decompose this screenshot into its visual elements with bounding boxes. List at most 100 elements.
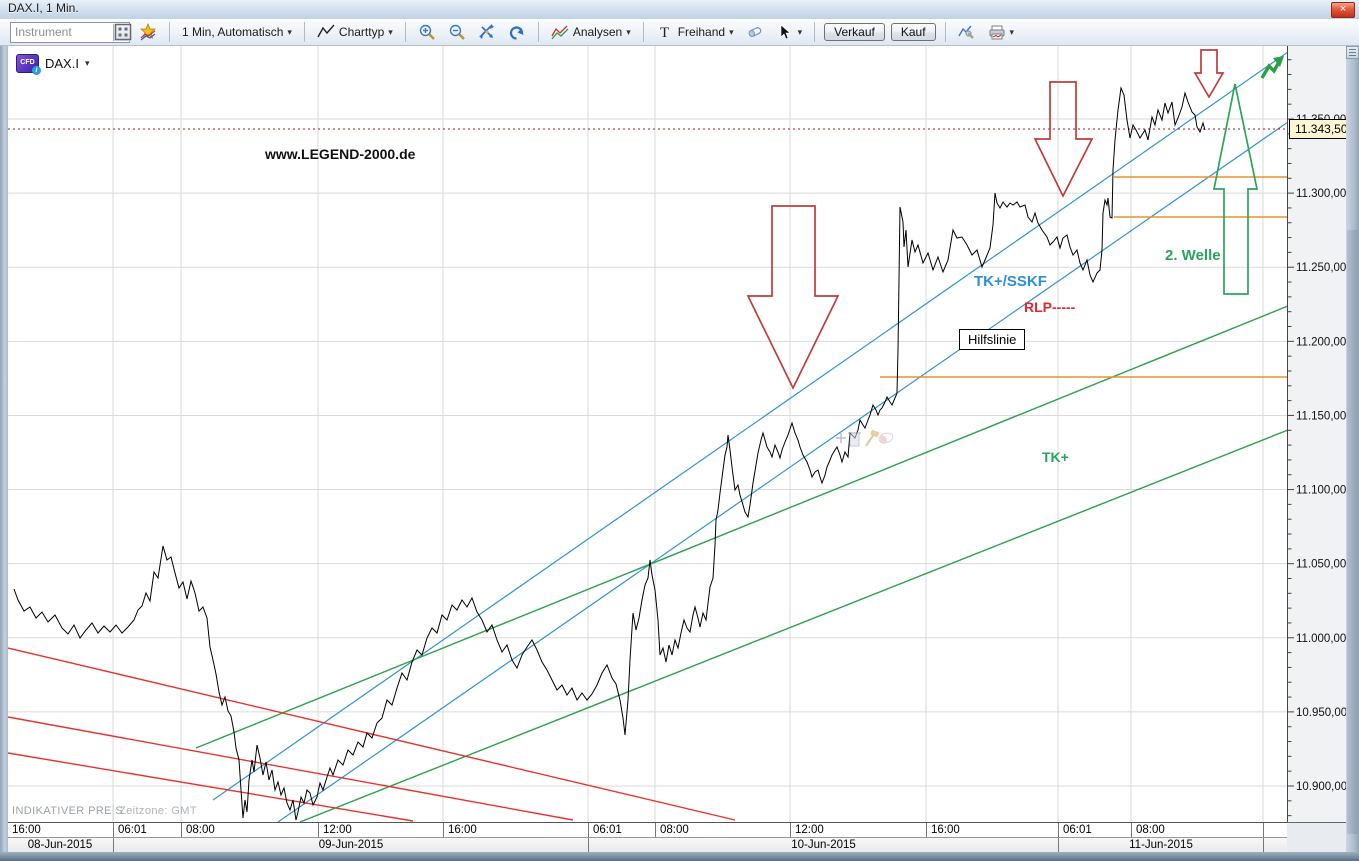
cursor-tool-dropdown[interactable]: ▾ xyxy=(773,21,806,43)
cursor-icon xyxy=(776,23,794,41)
eraser-icon xyxy=(746,23,764,41)
time-cell: 16:00 xyxy=(926,823,1062,837)
price-axis[interactable]: 11.350,0011.300,0011.250,0011.200,0011.1… xyxy=(1287,46,1346,822)
down-arrow-large[interactable] xyxy=(748,206,838,388)
undo-button[interactable] xyxy=(505,21,529,43)
svg-text:T: T xyxy=(660,25,669,41)
trend-lines-layer xyxy=(8,52,1287,822)
toolbar-separator xyxy=(304,22,305,42)
timezone-label: Zeitzone: GMT xyxy=(119,805,197,817)
print-dropdown[interactable]: ▾ xyxy=(985,21,1018,43)
toolbar-separator xyxy=(945,22,946,42)
zoom-in-button[interactable] xyxy=(415,21,439,43)
scrollbar-thumb[interactable] xyxy=(1347,230,1358,834)
app-window: DAX.I, 1 Min. × 1 Min, Automatisch ▾ Cha… xyxy=(0,0,1359,861)
instrument-search xyxy=(10,22,130,43)
down-arrow-medium[interactable] xyxy=(1035,82,1092,196)
chevron-down-icon: ▾ xyxy=(287,27,292,38)
cfd-instrument-icon: CFD i xyxy=(16,54,39,73)
tk-label[interactable]: TK+ xyxy=(1042,449,1069,465)
price-tick-label: 11.100,00 xyxy=(1296,485,1346,497)
price-tick-label: 11.200,00 xyxy=(1296,336,1346,348)
close-button[interactable]: × xyxy=(1331,2,1355,18)
price-tick-label: 11.050,00 xyxy=(1296,559,1346,571)
freehand-label: Freihand xyxy=(678,25,725,39)
chevron-down-icon: ▾ xyxy=(1010,27,1015,38)
price-tick-label: 11.000,00 xyxy=(1296,633,1346,645)
time-cell: 08:00 xyxy=(1131,823,1267,837)
date-cell: 09-Jun-2015 xyxy=(113,838,588,852)
chevron-down-icon: ▾ xyxy=(729,27,734,38)
tk-sskf-label[interactable]: TK+/SSKF xyxy=(974,273,1047,290)
price-tick-label: 11.150,00 xyxy=(1296,410,1346,422)
price-tick-label: 11.250,00 xyxy=(1296,262,1346,274)
window-title: DAX.I, 1 Min. xyxy=(8,1,79,15)
eraser-button[interactable] xyxy=(743,21,767,43)
time-cell: 08:00 xyxy=(655,823,794,837)
symbol-label: DAX.I xyxy=(45,56,79,71)
toolbar-separator xyxy=(405,22,406,42)
time-cell: 06:01 xyxy=(588,823,659,837)
welle2-label[interactable]: 2. Welle xyxy=(1165,247,1221,264)
tk-lower-green[interactable] xyxy=(300,430,1287,822)
price-chart-plot[interactable] xyxy=(8,46,1287,822)
toolbar-separator xyxy=(169,22,170,42)
date-cell: 11-Jun-2015 xyxy=(1058,838,1263,852)
window-border-left xyxy=(0,46,8,861)
watchlist-chart-button[interactable] xyxy=(136,21,160,43)
tk-sskf-lower-blue[interactable] xyxy=(278,122,1287,822)
tk-upper-green[interactable] xyxy=(196,306,1287,748)
chevron-down-icon: ▾ xyxy=(798,27,803,38)
date-cell: 08-Jun-2015 xyxy=(8,838,112,852)
price-series xyxy=(14,88,1205,820)
time-cell: 16:00 xyxy=(443,823,592,837)
zoom-out-button[interactable] xyxy=(445,21,469,43)
analyses-label: Analysen xyxy=(573,25,622,39)
scrollbar-top-button[interactable] xyxy=(1346,46,1359,59)
symbol-legend-dropdown[interactable]: CFD i DAX.I ▾ xyxy=(16,54,90,73)
rlp-label[interactable]: RLP----- xyxy=(1024,299,1075,315)
analyses-dropdown[interactable]: Analysen ▾ xyxy=(548,21,634,43)
toolbar: 1 Min, Automatisch ▾ Charttyp ▾ Analysen… xyxy=(0,19,1359,46)
time-cell: 06:01 xyxy=(113,823,185,837)
zoom-in-icon xyxy=(418,23,436,41)
time-axis-row: 16:0006:0108:0012:0016:0006:0108:0012:00… xyxy=(8,822,1287,838)
chart-area: 11.350,0011.300,0011.250,0011.200,0011.1… xyxy=(0,46,1359,861)
toolbar-separator xyxy=(814,22,815,42)
timeframe-dropdown[interactable]: 1 Min, Automatisch ▾ xyxy=(179,23,295,41)
line-chart-icon xyxy=(317,23,335,41)
ghost-tools-icons xyxy=(836,430,894,446)
gridlines xyxy=(8,46,1287,822)
pan-arrows-icon xyxy=(478,23,496,41)
keypad-icon xyxy=(114,23,132,41)
buy-button[interactable]: Kauf xyxy=(891,23,936,41)
date-cell: 10-Jun-2015 xyxy=(588,838,1058,852)
sell-button[interactable]: Verkauf xyxy=(824,23,885,41)
instrument-lookup-button[interactable] xyxy=(113,24,132,41)
chart-settings-button[interactable] xyxy=(955,21,979,43)
hilfslinie-label[interactable]: Hilfslinie xyxy=(959,329,1025,350)
freehand-dropdown[interactable]: T Freihand ▾ xyxy=(653,21,737,43)
printer-icon xyxy=(988,23,1006,41)
down-arrow-small[interactable] xyxy=(1195,50,1223,97)
live-trend-icon xyxy=(1262,56,1284,78)
tk-sskf-upper-blue[interactable] xyxy=(213,52,1287,800)
instrument-input[interactable] xyxy=(11,23,113,42)
price-tick-label: 11.300,00 xyxy=(1296,188,1346,200)
price-tick-label: 10.950,00 xyxy=(1296,707,1346,719)
chart-wrench-icon xyxy=(958,23,976,41)
chevron-down-icon: ▾ xyxy=(85,58,90,69)
toolbar-separator xyxy=(643,22,644,42)
timeframe-label: 1 Min, Automatisch xyxy=(182,25,283,39)
chevron-down-icon: ▾ xyxy=(388,27,393,38)
analyses-chart-icon xyxy=(551,23,569,41)
pan-button[interactable] xyxy=(475,21,499,43)
time-cell: 12:00 xyxy=(318,823,447,837)
watermark[interactable]: www.LEGEND-2000.de xyxy=(265,146,415,162)
toolbar-separator xyxy=(538,22,539,42)
time-cell: 16:00 xyxy=(8,823,116,837)
charttype-dropdown[interactable]: Charttyp ▾ xyxy=(314,21,396,43)
vertical-scrollbar[interactable] xyxy=(1346,46,1359,853)
chevron-down-icon: ▾ xyxy=(626,27,631,38)
time-cell: 06:01 xyxy=(1058,823,1135,837)
